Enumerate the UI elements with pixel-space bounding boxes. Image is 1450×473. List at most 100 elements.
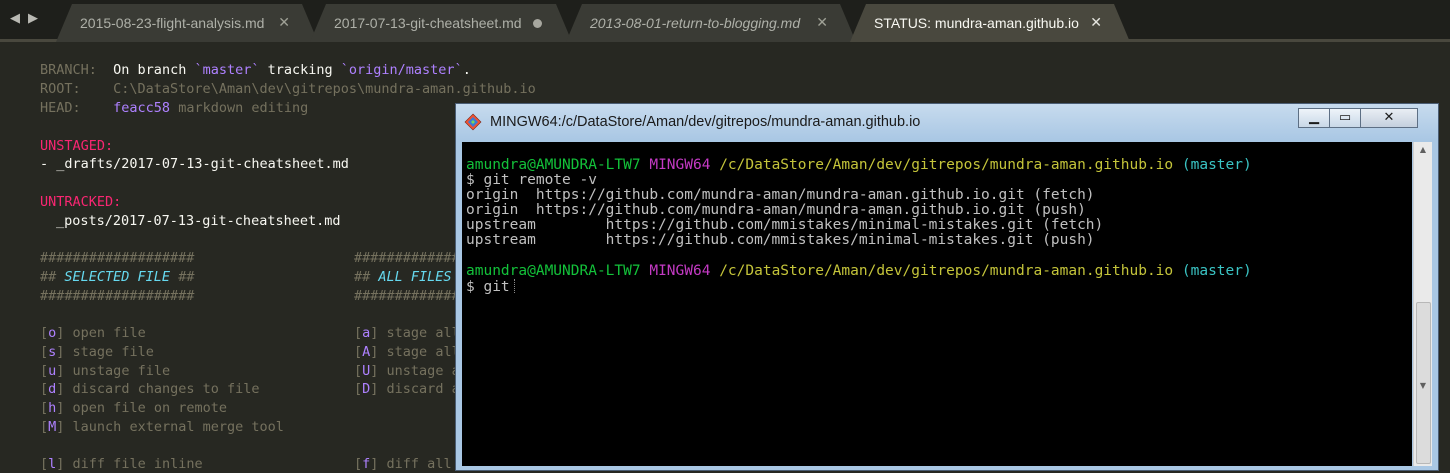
untracked-file[interactable]: _posts/2017-07-13-git-cheatsheet.md xyxy=(56,212,340,230)
back-arrow-icon[interactable]: ◀ xyxy=(8,10,22,28)
tab-git-cheatsheet[interactable]: 2017-07-13-git-cheatsheet.md xyxy=(310,4,572,42)
tab-label: 2015-08-23-flight-analysis.md xyxy=(80,15,265,31)
output-line: upstream https://github.com/mmistakes/mi… xyxy=(466,232,1095,248)
root-line: ROOT: C:\DataStore\Aman\dev\gitrepos\mun… xyxy=(40,80,536,98)
command-key: a xyxy=(362,325,371,341)
command-line: $ git remote -v xyxy=(466,172,597,188)
section-title: SELECTED FILE xyxy=(64,269,171,285)
command-text: discard a xyxy=(386,381,460,397)
command-diff-all[interactable]: [f] diff all xyxy=(354,455,452,473)
prompt-env: MINGW64 xyxy=(649,263,711,279)
hash-text: ## xyxy=(40,269,65,285)
command-text: open file on remote xyxy=(72,400,227,416)
close-icon[interactable]: ✕ xyxy=(1090,4,1102,42)
current-command: $ git xyxy=(466,279,510,295)
untracked-heading: UNTRACKED: xyxy=(40,194,122,210)
prompt-env: MINGW64 xyxy=(649,157,711,173)
hash-text: ## xyxy=(170,269,195,285)
prompt-line: amundra@AMUNDRA-LTW7 MINGW64 /c/DataStor… xyxy=(466,158,1252,173)
root-label: ROOT: xyxy=(40,81,81,97)
terminal-title: MINGW64:/c/DataStore/Aman/dev/gitrepos/m… xyxy=(490,114,921,130)
command-key: s xyxy=(48,344,57,360)
command-text: unstage a xyxy=(386,363,460,379)
maximize-button[interactable]: ▭ xyxy=(1329,108,1361,128)
git-bash-icon xyxy=(464,113,482,131)
prompt-user: amundra@AMUNDRA-LTW7 xyxy=(466,263,641,279)
hash-text: ## xyxy=(354,269,379,285)
close-icon[interactable]: ✕ xyxy=(278,4,290,42)
close-icon[interactable]: ✕ xyxy=(816,4,828,42)
command-text: stage all xyxy=(386,325,460,341)
input-line[interactable]: $ git xyxy=(466,279,516,295)
section-selected-file: ## SELECTED FILE ## xyxy=(40,268,194,286)
branch-label: BRANCH: xyxy=(40,62,97,78)
forward-arrow-icon[interactable]: ▶ xyxy=(26,10,40,28)
command-discard-all[interactable]: [D] discard a xyxy=(354,380,460,398)
command-key: h xyxy=(48,400,57,416)
scroll-up-icon[interactable]: ▲ xyxy=(1414,142,1432,158)
command-text: launch external merge tool xyxy=(72,419,284,435)
output-line: origin https://github.com/mundra-aman/mu… xyxy=(466,187,1095,203)
hash-divider: ################### xyxy=(40,288,195,304)
terminal-screen[interactable]: amundra@AMUNDRA-LTW7 MINGW64 /c/DataStor… xyxy=(462,142,1412,466)
prompt-line: amundra@AMUNDRA-LTW7 MINGW64 /c/DataStor… xyxy=(466,264,1252,279)
prompt-path: /c/DataStore/Aman/dev/gitrepos/mundra-am… xyxy=(719,157,1174,173)
scroll-down-icon[interactable]: ▼ xyxy=(1414,378,1432,394)
command-stage-all[interactable]: [a] stage all xyxy=(354,324,460,342)
terminal-titlebar[interactable]: MINGW64:/c/DataStore/Aman/dev/gitrepos/m… xyxy=(456,104,1438,141)
tab-label: 2013-08-01-return-to-blogging.md xyxy=(590,15,801,31)
remote-branch-name: `origin/master` xyxy=(340,62,463,78)
command-key: u xyxy=(48,363,57,379)
modified-dot-icon[interactable] xyxy=(533,19,542,28)
command-text: diff all xyxy=(386,456,452,472)
head-message: markdown editing xyxy=(178,100,309,116)
hash-divider: ################### xyxy=(40,250,195,266)
branch-name: `master` xyxy=(194,62,260,78)
command-unstage-file[interactable]: [u] unstage file xyxy=(40,362,170,380)
command-key: M xyxy=(48,419,57,435)
command-open-file[interactable]: [o] open file xyxy=(40,324,146,342)
branch-text: . xyxy=(462,62,471,78)
head-hash[interactable]: feacc58 xyxy=(113,100,170,116)
terminal-window[interactable]: MINGW64:/c/DataStore/Aman/dev/gitrepos/m… xyxy=(455,103,1439,471)
command-unstage-all[interactable]: [U] unstage a xyxy=(354,362,460,380)
command-diff-inline[interactable]: [l] diff file inline xyxy=(40,455,203,473)
command-merge-tool[interactable]: [M] launch external merge tool xyxy=(40,418,284,436)
command-key: U xyxy=(362,363,371,379)
unstaged-heading: UNSTAGED: xyxy=(40,138,114,154)
branch-line: BRANCH: On branch `master` tracking `ori… xyxy=(40,61,471,79)
tab-flight-analysis[interactable]: 2015-08-23-flight-analysis.md ✕ xyxy=(56,4,318,42)
command-key: f xyxy=(362,456,371,472)
head-label: HEAD: xyxy=(40,100,81,116)
command-stage-all-incl-untracked[interactable]: [A] stage all xyxy=(354,343,460,361)
close-button[interactable]: ✕ xyxy=(1360,108,1418,128)
terminal-scrollbar[interactable]: ▲ ▼ xyxy=(1413,142,1432,466)
command-text: stage all xyxy=(386,344,460,360)
command-text: open file xyxy=(72,325,146,341)
command-key: D xyxy=(362,381,371,397)
output-line: upstream https://github.com/mmistakes/mi… xyxy=(466,217,1104,233)
command-key: o xyxy=(48,325,57,341)
output-line: origin https://github.com/mundra-aman/mu… xyxy=(466,202,1086,218)
tab-bar: ◀ ▶ 2015-08-23-flight-analysis.md ✕ 2017… xyxy=(0,0,1450,42)
command-key: A xyxy=(362,344,371,360)
command-text: stage file xyxy=(72,344,154,360)
command-text: diff file inline xyxy=(72,456,203,472)
command-stage-file[interactable]: [s] stage file xyxy=(40,343,154,361)
tab-return-to-blogging[interactable]: 2013-08-01-return-to-blogging.md ✕ xyxy=(566,4,856,42)
command-open-on-remote[interactable]: [h] open file on remote xyxy=(40,399,227,417)
command-key: l xyxy=(48,456,57,472)
tab-label: 2017-07-13-git-cheatsheet.md xyxy=(334,15,522,31)
unstaged-file[interactable]: - _drafts/2017-07-13-git-cheatsheet.md xyxy=(40,155,349,173)
command-text: unstage file xyxy=(72,363,171,379)
section-all-files: ## ALL FILES xyxy=(354,268,452,286)
branch-text: tracking xyxy=(259,62,341,78)
text-cursor xyxy=(513,279,516,293)
command-discard-changes[interactable]: [d] discard changes to file xyxy=(40,380,259,398)
prompt-path: /c/DataStore/Aman/dev/gitrepos/mundra-am… xyxy=(719,263,1174,279)
prompt-user: amundra@AMUNDRA-LTW7 xyxy=(466,157,641,173)
prompt-branch: (master) xyxy=(1181,263,1252,279)
command-key: d xyxy=(48,381,57,397)
tab-status[interactable]: STATUS: mundra-aman.github.io ✕ xyxy=(850,4,1130,42)
minimize-button[interactable]: ▁ xyxy=(1298,108,1330,128)
